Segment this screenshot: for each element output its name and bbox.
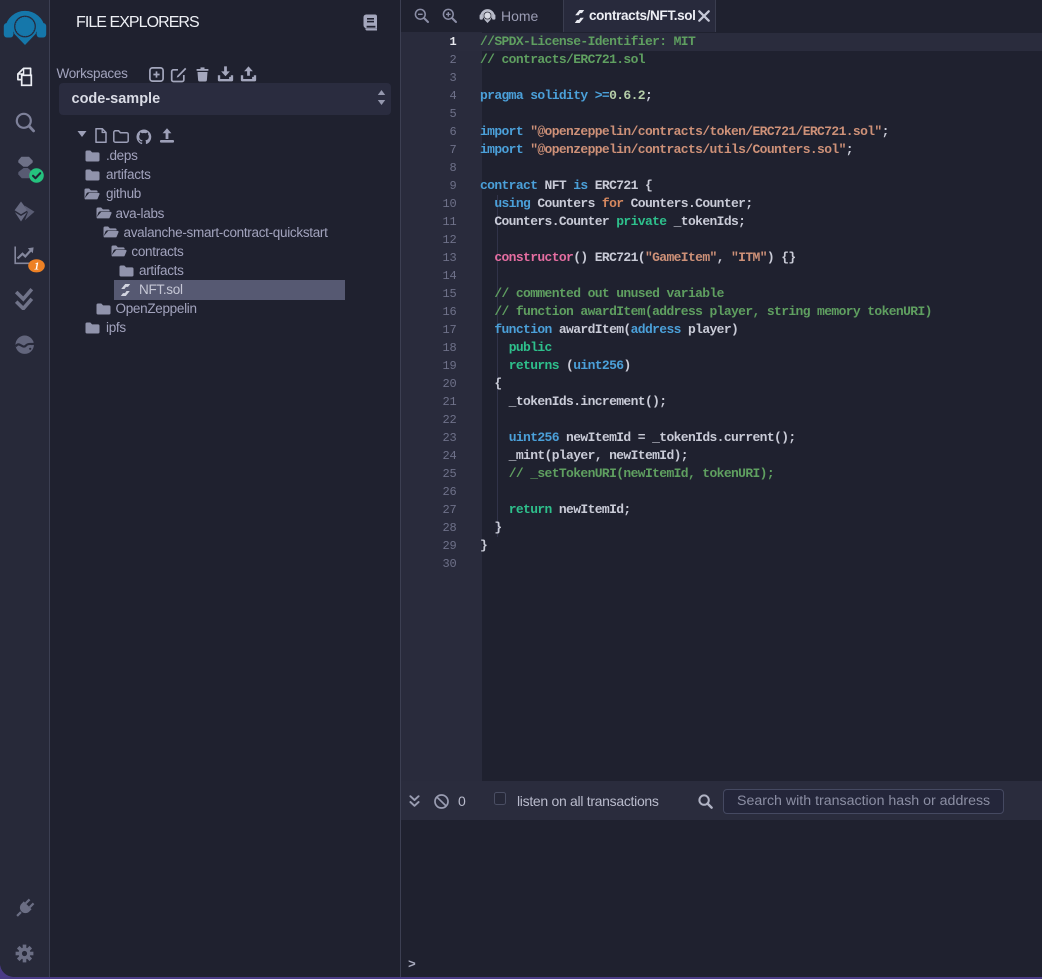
svg-text:1: 1 <box>34 262 39 273</box>
